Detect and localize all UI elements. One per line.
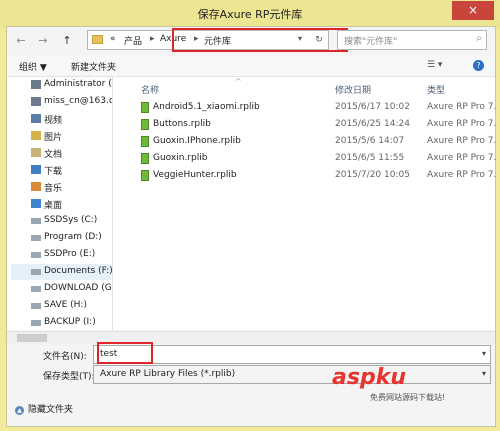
network-icon (31, 80, 41, 89)
sidebar-item-drive-d[interactable]: Program (D:) (11, 230, 111, 246)
rplib-file-icon (141, 153, 149, 164)
desktop-folder-icon (31, 199, 41, 208)
rplib-file-icon (141, 170, 149, 181)
sidebar-item-drive-i[interactable]: BACKUP (I:) (11, 315, 111, 330)
save-dialog-window: 保存Axure RP元件库 × ← → ↑ « 产品 ▸ Axure ▸ 元件库… (0, 0, 500, 431)
column-header-type[interactable]: 类型 (427, 83, 445, 96)
new-folder-button[interactable]: 新建文件夹 (71, 60, 116, 73)
filetype-label: 保存类型(T): (43, 372, 95, 382)
address-bar[interactable]: « 产品 ▸ Axure ▸ 元件库 ▾ (87, 28, 348, 52)
rplib-file-icon (141, 136, 149, 147)
chevron-down-icon[interactable]: ▾ (482, 349, 486, 358)
file-row[interactable]: VeggieHunter.rplib 2015/7/20 10:05 Axure… (113, 168, 496, 184)
watermark-logo: aspku 免费网站源码下载站! (332, 365, 446, 402)
drive-icon (31, 303, 41, 309)
file-list: 名称 ^ 修改日期 类型 Android5.1_xiaomi.rplib 201… (113, 77, 496, 330)
column-header-date[interactable]: 修改日期 (335, 83, 371, 96)
search-icon: ⌕ (476, 33, 482, 44)
sidebar-item-downloads[interactable]: 下载 (11, 162, 111, 178)
sidebar-item-drive-h[interactable]: SAVE (H:) (11, 298, 111, 314)
column-header-name[interactable]: 名称 (141, 83, 159, 96)
download-folder-icon (31, 165, 41, 174)
sidebar-item-drive-g[interactable]: DOWNLOAD (G (11, 281, 112, 297)
window-title: 保存Axure RP元件库 (197, 8, 303, 21)
folder-icon (92, 35, 103, 44)
drive-icon (31, 286, 41, 292)
sidebar-item-drive-e[interactable]: SSDPro (E:) (11, 247, 111, 263)
file-row[interactable]: Buttons.rplib 2015/6/25 14:24 Axure RP P… (113, 117, 496, 133)
title-bar[interactable]: 保存Axure RP元件库 × (0, 0, 500, 28)
horizontal-scrollbar[interactable] (7, 331, 495, 344)
rplib-file-icon (141, 102, 149, 113)
breadcrumb-item-products[interactable]: 产品 (124, 34, 142, 47)
sidebar-item-drive-f[interactable]: Documents (F:) (11, 264, 112, 280)
drive-icon (31, 218, 41, 224)
view-options-icon[interactable]: ☰ ▾ (427, 60, 442, 70)
file-row[interactable]: Android5.1_xiaomi.rplib 2015/6/17 10:02 … (113, 100, 496, 116)
search-input[interactable]: 搜索"元件库" ⌕ (337, 30, 487, 50)
sidebar-item-documents[interactable]: 文档 (11, 145, 111, 161)
video-folder-icon (31, 114, 41, 123)
document-folder-icon (31, 148, 41, 157)
sidebar-item-miss-cn[interactable]: miss_cn@163.cc (11, 94, 112, 110)
picture-folder-icon (31, 131, 41, 140)
hide-folders-toggle[interactable]: ▲ 隐藏文件夹 (15, 402, 73, 415)
filename-label: 文件名(N): (43, 352, 87, 362)
file-row[interactable]: Guoxin.rplib 2015/6/5 11:55 Axure RP Pro… (113, 151, 496, 167)
search-placeholder: 搜索"元件库" (344, 37, 398, 47)
sidebar-item-videos[interactable]: 视频 (11, 111, 111, 127)
back-arrow-icon[interactable]: ← (13, 33, 29, 49)
drive-icon (31, 269, 41, 275)
drive-icon (31, 320, 41, 326)
network-icon (31, 97, 41, 106)
sidebar-item-desktop[interactable]: 桌面 (11, 196, 111, 212)
forward-arrow-icon[interactable]: → (35, 33, 51, 49)
help-icon[interactable]: ? (473, 60, 484, 71)
filename-row: 文件名(N): test ▾ (7, 342, 495, 365)
drive-icon (31, 252, 41, 258)
scrollbar-thumb[interactable] (17, 334, 47, 342)
refresh-icon[interactable]: ↻ (310, 30, 329, 50)
breadcrumb-separator-icon: ▸ (150, 34, 155, 44)
up-arrow-icon[interactable]: ↑ (59, 33, 75, 49)
sidebar-item-music[interactable]: 音乐 (11, 179, 111, 195)
organize-button[interactable]: 组织 ▼ (19, 60, 47, 73)
rplib-file-icon (141, 119, 149, 130)
close-button[interactable]: × (452, 1, 494, 20)
navigation-bar: ← → ↑ « 产品 ▸ Axure ▸ 元件库 ▾ ↻ 搜索"元件库" ⌕ (7, 27, 495, 57)
drive-icon (31, 235, 41, 241)
sidebar-item-pictures[interactable]: 图片 (11, 128, 111, 144)
navigation-pane: Administrator (c miss_cn@163.cc 视频 图片 文档… (7, 77, 113, 330)
command-toolbar: 组织 ▼ 新建文件夹 ☰ ▾ ? (7, 56, 495, 77)
file-row[interactable]: Guoxin.IPhone.rplib 2015/5/6 14:07 Axure… (113, 134, 496, 150)
filename-highlight-box (97, 342, 153, 364)
sidebar-item-drive-c[interactable]: SSDSys (C:) (11, 213, 111, 229)
sort-arrow-icon: ^ (235, 77, 242, 86)
music-folder-icon (31, 182, 41, 191)
chevron-up-icon: ▲ (15, 406, 24, 415)
sidebar-item-administrator[interactable]: Administrator (c (11, 77, 112, 93)
breadcrumb-overflow[interactable]: « (110, 34, 116, 44)
